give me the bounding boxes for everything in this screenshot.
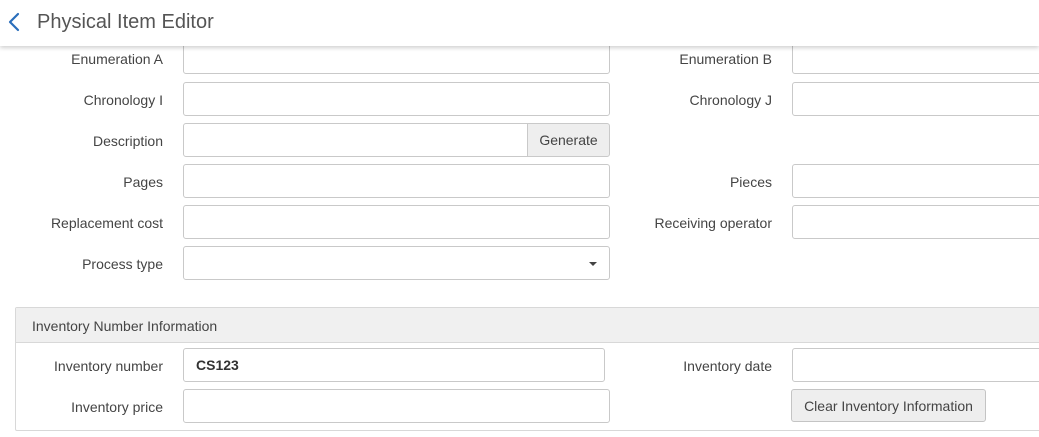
inventory-date-input[interactable] [792,348,1039,382]
replacement-cost-label: Replacement cost [50,215,163,231]
enumeration-a-label: Enumeration A [71,51,163,67]
inventory-number-input[interactable] [183,348,605,382]
process-type-label: Process type [82,256,163,272]
clear-inventory-button[interactable]: Clear Inventory Information [791,389,986,422]
replacement-cost-input[interactable] [183,205,610,239]
description-label: Description [92,133,163,149]
page-header: Physical Item Editor [0,0,1039,46]
pages-input[interactable] [183,164,610,198]
enumeration-b-label: Enumeration B [679,51,772,67]
inventory-date-label: Inventory date [683,358,772,374]
pieces-label: Pieces [729,174,772,190]
description-input[interactable] [183,123,528,157]
receiving-operator-label: Receiving operator [654,215,772,231]
pages-label: Pages [123,174,163,190]
generate-button[interactable]: Generate [527,123,610,157]
caret-down-icon [589,262,597,266]
receiving-operator-input[interactable] [792,205,1039,239]
chevron-left-icon [8,12,20,32]
page-title: Physical Item Editor [37,11,214,33]
chronology-j-label: Chronology J [689,92,773,108]
inventory-section-title: Inventory Number Information [32,318,218,334]
back-button[interactable] [4,9,26,35]
inventory-section-header: Inventory Number Information [16,308,1039,343]
chronology-i-input[interactable] [183,82,610,116]
inventory-price-input[interactable] [183,389,610,423]
chronology-i-label: Chronology I [83,92,163,108]
process-type-select[interactable] [183,246,610,280]
chronology-j-input[interactable] [792,82,1039,116]
pieces-input[interactable] [792,164,1039,198]
inventory-price-label: Inventory price [71,399,163,415]
inventory-number-label: Inventory number [54,358,163,374]
